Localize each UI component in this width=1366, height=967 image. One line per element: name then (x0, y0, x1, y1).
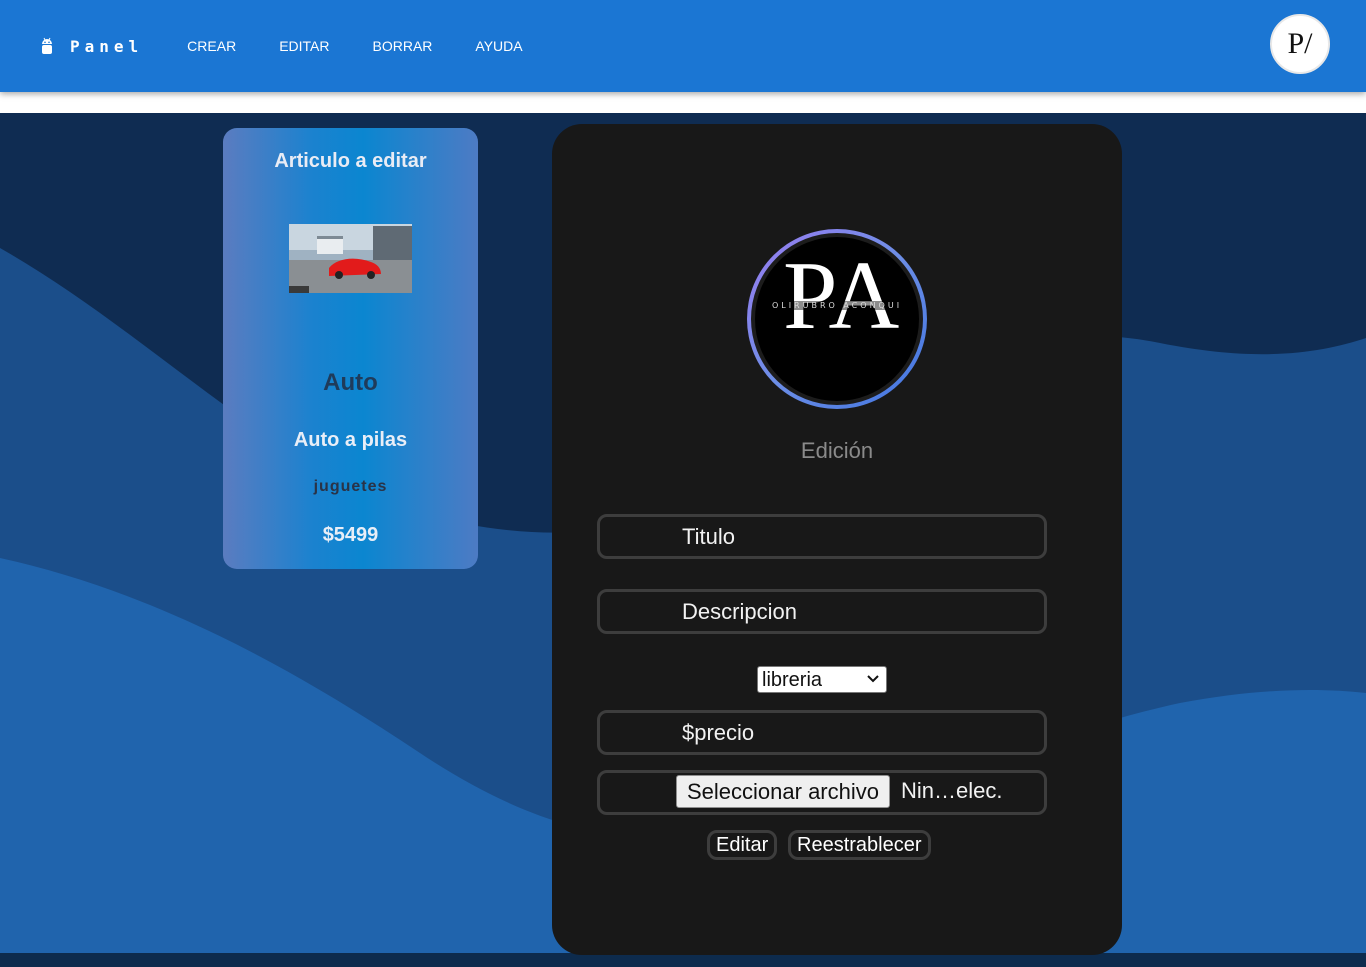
nav-link-editar[interactable]: EDITAR (279, 38, 329, 54)
form-logo-ring-text: OLIRUBRO ACONQUI (755, 301, 919, 310)
file-status: Nin…elec. (901, 778, 1003, 803)
titulo-input[interactable] (597, 514, 1047, 559)
nav-link-ayuda[interactable]: AYUDA (475, 38, 522, 54)
brand[interactable]: Panel (40, 36, 143, 56)
top-navbar: Panel CREAR EDITAR BORRAR AYUDA P/ (0, 0, 1366, 92)
preview-heading: Articulo a editar (274, 150, 427, 172)
precio-input[interactable] (597, 710, 1047, 755)
category-select[interactable]: libreria (757, 666, 887, 693)
select-file-button[interactable]: Seleccionar archivo (676, 775, 890, 808)
nav-logo-text: P/ (1287, 27, 1313, 60)
edit-button[interactable]: Editar (707, 830, 778, 860)
form-logo-letters: PA (783, 242, 900, 350)
preview-price: $5499 (322, 524, 379, 546)
preview-category: juguetes (313, 478, 388, 495)
preview-description: Auto a pilas (293, 429, 408, 451)
category-select-control[interactable]: libreria (758, 667, 886, 692)
preview-title: Auto (323, 369, 378, 396)
reset-button[interactable]: Reestrablecer (788, 830, 931, 860)
nav-logo[interactable]: P/ (1270, 14, 1330, 74)
file-input[interactable]: Seleccionar archivo Nin…elec. (597, 770, 1047, 815)
nav-link-borrar[interactable]: BORRAR (373, 38, 433, 54)
nav-link-crear[interactable]: CREAR (187, 38, 236, 54)
form-heading: Edición (800, 438, 874, 463)
form-logo-inner: PA OLIRUBRO ACONQUI (751, 233, 923, 405)
edit-form-card: PA OLIRUBRO ACONQUI Edición libreria Sel… (552, 124, 1122, 955)
android-icon (42, 37, 52, 54)
brand-title: Panel (70, 36, 144, 56)
bottom-bar (0, 953, 1366, 967)
nav-links: CREAR EDITAR BORRAR AYUDA (187, 38, 565, 54)
descripcion-input[interactable] (597, 589, 1047, 634)
form-logo: PA OLIRUBRO ACONQUI (747, 229, 927, 409)
article-thumbnail (289, 224, 412, 293)
header-strip (0, 92, 1366, 113)
article-preview-card: Articulo a editar Auto Auto a pilas jugu… (223, 128, 478, 569)
